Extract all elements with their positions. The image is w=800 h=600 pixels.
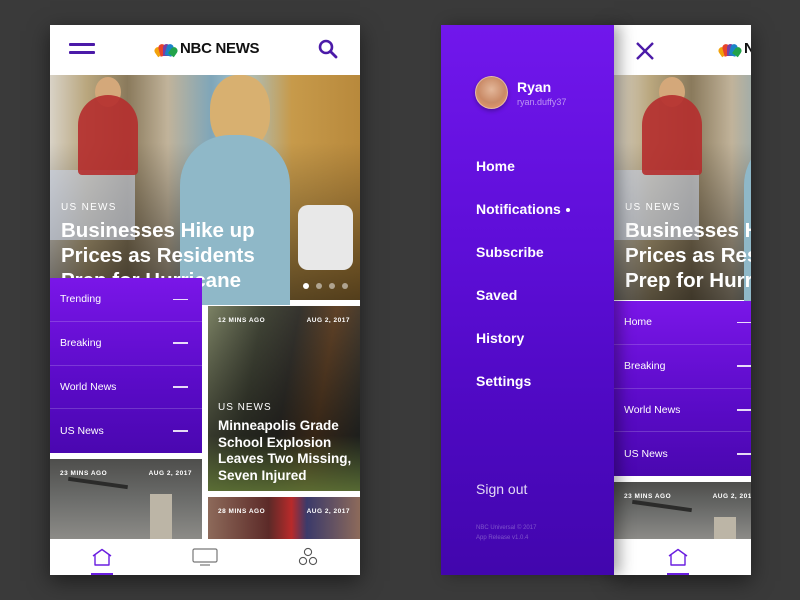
dash-icon [173, 386, 188, 388]
drawer-item-label: History [476, 330, 525, 346]
category-menu: Trending Breaking World News US News [50, 278, 202, 453]
story-card[interactable]: 28 MINS AGO AUG 2, 2017 [208, 497, 360, 540]
copyright-text: NBC Universal © 2017 [476, 525, 537, 531]
card-category: US NEWS [218, 402, 272, 413]
category-label: Home [624, 316, 653, 329]
home-icon [92, 548, 112, 566]
card-date: AUG 2, 2017 [148, 470, 192, 477]
user-handle: ryan.duffy37 [517, 97, 567, 107]
drawer-item-label: Saved [476, 287, 518, 303]
notification-dot-icon [565, 208, 570, 212]
category-label: World News [60, 380, 117, 393]
dash-icon [173, 298, 188, 301]
card-date: AUG 2, 2017 [306, 508, 350, 515]
dash-icon [173, 430, 188, 432]
category-menu: Home Breaking World News US News [614, 301, 751, 476]
dash-icon [737, 365, 751, 367]
story-card[interactable]: 12 MINS AGO AUG 2, 2017 US NEWS Minneapol… [208, 306, 360, 491]
nav-tv[interactable] [185, 539, 225, 575]
drawer-item-label: Subscribe [476, 244, 544, 260]
user-name[interactable]: Ryan [517, 79, 551, 95]
nav-home[interactable] [82, 539, 122, 575]
peacock-icon [153, 42, 179, 57]
hero-headline[interactable]: Businesses Hike up Prices as Residents P… [625, 218, 751, 293]
drawer-item-label: Notifications [476, 201, 561, 217]
bottom-nav [614, 539, 751, 575]
avatar[interactable] [475, 76, 508, 109]
drawer-item-home[interactable]: Home [476, 158, 570, 201]
hero-story[interactable]: US NEWS Businesses Hike up Prices as Res… [50, 75, 360, 305]
card-time: 23 MINS AGO [624, 493, 672, 500]
card-headline: Minneapolis Grade School Explosion Leave… [218, 418, 352, 483]
home-icon [668, 548, 688, 566]
category-label: Breaking [60, 337, 102, 350]
brand-name: NBC NEWS [744, 40, 751, 57]
nbc-news-logo[interactable]: NBC NEWS [153, 40, 260, 57]
card-date: AUG 2, 2017 [712, 493, 751, 500]
card-time: 12 MINS AGO [218, 317, 266, 324]
drawer-item-subscribe[interactable]: Subscribe [476, 244, 570, 287]
drawer-item-label: Home [476, 158, 515, 174]
bottom-nav [50, 539, 360, 575]
dash-icon [173, 342, 188, 344]
app-header: NBC NEWS [50, 25, 360, 75]
dash-icon [737, 409, 751, 411]
dash-icon [737, 321, 751, 324]
carousel-dot[interactable] [303, 283, 309, 289]
category-us-news[interactable]: US News [50, 409, 202, 453]
category-breaking[interactable]: Breaking [50, 322, 202, 366]
app-header: NBC NEWS [614, 25, 751, 75]
drawer-item-saved[interactable]: Saved [476, 287, 570, 330]
category-label: US News [60, 425, 104, 438]
drawer-menu: Home Notifications Subscribe Saved Histo… [476, 158, 570, 416]
carousel-dots [303, 283, 348, 289]
dash-icon [737, 453, 751, 455]
side-drawer: Ryan ryan.duffy37 Home Notifications Sub… [441, 25, 614, 575]
story-card[interactable]: 23 MINS AGO AUG 2, 2017 [50, 459, 202, 540]
app-release-text: App Release v1.0.4 [476, 535, 529, 541]
nav-more[interactable] [288, 539, 328, 575]
card-time: 23 MINS AGO [60, 470, 108, 477]
category-label: World News [624, 403, 681, 416]
drawer-item-history[interactable]: History [476, 330, 570, 373]
drawer-item-label: Settings [476, 373, 532, 389]
phone-drawer-screen: NBC NEWS US NEWS Businesses Hike up Pric… [614, 25, 751, 575]
close-icon[interactable] [635, 41, 655, 61]
story-card[interactable]: 23 MINS AGO AUG 2, 2017 [614, 482, 751, 540]
nbc-news-logo[interactable]: NBC NEWS [717, 40, 751, 57]
drawer-item-notifications[interactable]: Notifications [476, 201, 570, 244]
category-label: Breaking [624, 360, 666, 373]
carousel-dot[interactable] [342, 283, 348, 289]
nav-home[interactable] [658, 539, 698, 575]
category-trending[interactable]: Trending [50, 278, 202, 322]
hamburger-icon[interactable] [69, 43, 95, 57]
category-us-news[interactable]: US News [614, 432, 751, 476]
peacock-icon [717, 42, 743, 57]
carousel-dot[interactable] [316, 283, 322, 289]
category-world-news[interactable]: World News [614, 389, 751, 433]
tv-icon [192, 548, 218, 566]
category-label: Trending [60, 293, 102, 306]
brand-name: NBC NEWS [180, 40, 260, 57]
circles-icon [299, 547, 318, 566]
category-home[interactable]: Home [614, 301, 751, 345]
category-world-news[interactable]: World News [50, 366, 202, 410]
search-icon[interactable] [318, 39, 338, 59]
carousel-dot[interactable] [329, 283, 335, 289]
card-time: 28 MINS AGO [218, 508, 266, 515]
copyright-info: NBC Universal © 2017 App Release v1.0.4 [476, 523, 536, 543]
hero-category: US NEWS [625, 202, 681, 213]
hero-category: US NEWS [61, 202, 117, 213]
category-breaking[interactable]: Breaking [614, 345, 751, 389]
category-label: US News [624, 448, 668, 461]
hero-story[interactable]: US NEWS Businesses Hike up Prices as Res… [614, 75, 751, 305]
drawer-item-settings[interactable]: Settings [476, 373, 570, 416]
phone-home-screen: NBC NEWS US NEWS Businesses Hike up Pric… [50, 25, 360, 575]
sign-out-button[interactable]: Sign out [476, 481, 527, 497]
card-date: AUG 2, 2017 [306, 317, 350, 324]
